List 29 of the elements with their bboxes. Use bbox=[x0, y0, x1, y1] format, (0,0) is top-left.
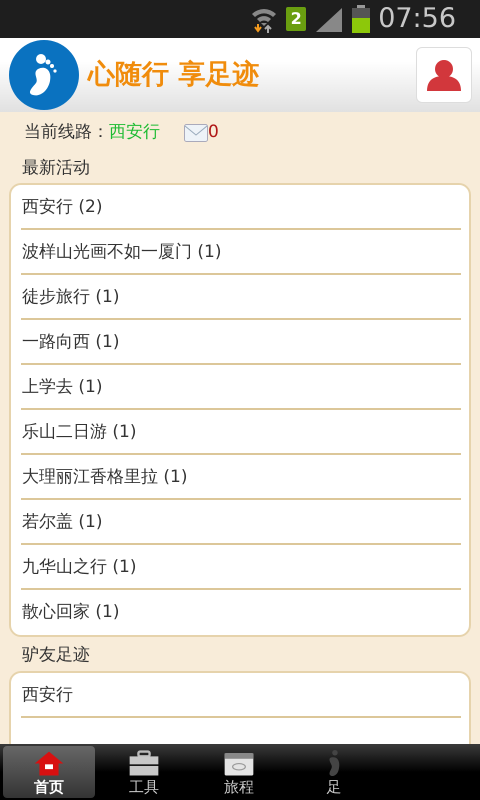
sim-badge: 2 bbox=[286, 7, 306, 31]
list-item[interactable]: 九华山之行 (1) bbox=[21, 545, 461, 590]
tab[interactable]: 首页 bbox=[3, 746, 95, 798]
footprint-icon bbox=[328, 750, 340, 776]
tab[interactable]: 工具 bbox=[98, 746, 190, 798]
list-item[interactable]: 西安行 (2) bbox=[21, 185, 461, 230]
message-count: 0 bbox=[208, 121, 219, 144]
tab[interactable]: 足 bbox=[288, 746, 380, 798]
tab[interactable]: 旅程 bbox=[193, 746, 285, 798]
section-title: 驴友足迹 bbox=[21, 644, 91, 667]
battery-icon bbox=[352, 5, 370, 33]
mail-icon bbox=[184, 124, 208, 142]
list-item[interactable]: 西安行 bbox=[21, 672, 461, 718]
route-label: 当前线路： bbox=[24, 121, 109, 144]
status-time: 07:56 bbox=[378, 2, 456, 36]
signal-icon bbox=[314, 6, 344, 32]
list-item[interactable]: 散心回家 (1) bbox=[21, 590, 461, 635]
logo-icon bbox=[8, 39, 80, 111]
list-item[interactable]: 上学去 (1) bbox=[21, 365, 461, 410]
list-item[interactable]: 若尔盖 (1) bbox=[21, 500, 461, 545]
user-icon bbox=[426, 59, 462, 91]
list-item[interactable]: 乐山二日游 (1) bbox=[21, 410, 461, 455]
list-item[interactable]: 一路向西 (1) bbox=[21, 320, 461, 365]
user-button[interactable] bbox=[416, 47, 472, 103]
list-item[interactable]: 大理丽江香格里拉 (1) bbox=[21, 455, 461, 500]
section-title: 最新活动 bbox=[21, 156, 91, 180]
list-item[interactable]: 徒步旅行 (1) bbox=[21, 275, 461, 320]
app-title: 心随行 享足迹 bbox=[88, 58, 260, 92]
list-item[interactable]: 波样山光画不如一厦门 (1) bbox=[21, 230, 461, 275]
